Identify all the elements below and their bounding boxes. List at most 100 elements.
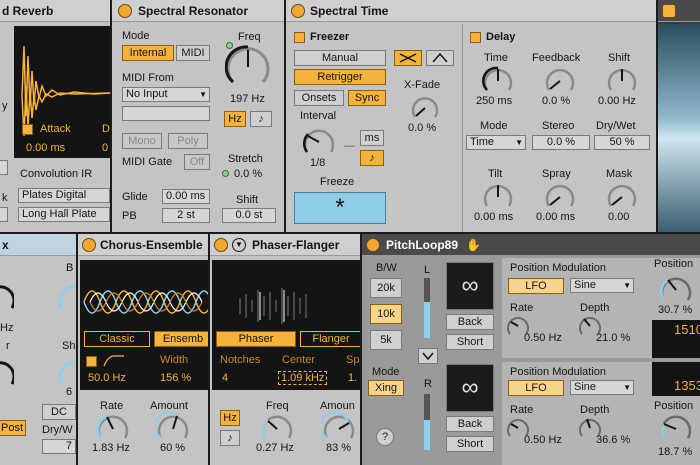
midi-gate-button[interactable]: Off xyxy=(184,154,210,170)
chorus-amount-value[interactable]: 60 % xyxy=(160,442,185,454)
interval-note-button[interactable]: ♪ xyxy=(360,150,384,166)
mode-midi-button[interactable]: MIDI xyxy=(176,45,210,61)
chorus-rate-value[interactable]: 1.83 Hz xyxy=(92,442,130,454)
left-knob-3[interactable] xyxy=(0,354,14,390)
freezer-toggle[interactable] xyxy=(294,32,305,43)
spread-value[interactable]: 1. xyxy=(348,372,357,384)
position-value-1[interactable]: 30.7 % xyxy=(658,304,692,316)
spectral-time-power-icon[interactable] xyxy=(291,4,305,18)
time-value[interactable]: 250 ms xyxy=(476,95,512,107)
arch-shape-button[interactable] xyxy=(426,50,454,66)
attack-value[interactable]: 0.00 ms xyxy=(26,142,65,154)
classic-button[interactable]: Classic xyxy=(84,331,150,347)
attack-toggle[interactable] xyxy=(22,124,33,135)
mask-knob[interactable] xyxy=(606,181,638,211)
mode-xing-button[interactable]: Xing xyxy=(368,380,404,396)
left-knob-1[interactable] xyxy=(0,274,14,314)
onsets-button[interactable]: Onsets xyxy=(294,90,344,106)
feedback-knob[interactable] xyxy=(544,65,576,95)
lfo-button-2[interactable]: LFO xyxy=(508,380,564,396)
tilt-knob[interactable] xyxy=(482,181,514,211)
time-knob[interactable] xyxy=(482,65,514,95)
loop-button-2[interactable]: ∞ xyxy=(446,364,494,412)
left-drywet-value[interactable]: 7 xyxy=(42,439,76,454)
freq-note-button[interactable]: ♪ xyxy=(250,111,272,127)
ir-category-select[interactable]: Plates Digital xyxy=(18,188,110,203)
spray-value[interactable]: 0.00 ms xyxy=(536,211,575,223)
manual-button[interactable]: Manual xyxy=(294,50,386,66)
width-value[interactable]: 156 % xyxy=(160,372,191,384)
interval-knob[interactable] xyxy=(302,125,336,157)
xfade-value[interactable]: 0.0 % xyxy=(408,122,436,134)
phaser-mode-button[interactable]: Phaser xyxy=(216,331,296,347)
freq-hz-button[interactable]: Hz xyxy=(224,111,246,127)
notches-value[interactable]: 4 xyxy=(222,372,228,384)
rate-value-1[interactable]: 0.50 Hz xyxy=(524,332,562,344)
pitchloop-power-icon[interactable] xyxy=(366,238,380,252)
freeze-button[interactable]: * xyxy=(294,192,386,224)
midi-from-select[interactable]: No Input xyxy=(122,87,210,102)
left-box-2[interactable] xyxy=(0,207,8,222)
filter-toggle[interactable] xyxy=(86,356,97,367)
pb-value[interactable]: 2 st xyxy=(162,208,210,223)
decay-value[interactable]: 0 xyxy=(102,142,108,154)
ensemble-button[interactable]: Ensemb xyxy=(154,331,208,347)
freq-value[interactable]: 197 Hz xyxy=(230,93,265,105)
mode-internal-button[interactable]: Internal xyxy=(122,45,174,61)
waveform-select-2[interactable]: Sine xyxy=(570,380,634,395)
spectral-resonator-power-icon[interactable] xyxy=(118,4,132,18)
chorus-rate-knob[interactable] xyxy=(96,412,130,442)
center-value[interactable]: 1.09 kHz xyxy=(278,371,328,385)
phaser-expand-icon[interactable]: ▼ xyxy=(232,238,246,252)
interval-value[interactable]: 1/8 xyxy=(310,157,325,169)
phaser-freq-value[interactable]: 0.27 Hz xyxy=(256,442,294,454)
drywet-value[interactable]: 50 % xyxy=(594,135,650,150)
stretch-value[interactable]: 0.0 % xyxy=(234,168,262,180)
delay-mode-select[interactable]: Time xyxy=(466,135,526,150)
x-shape-button[interactable] xyxy=(394,50,422,66)
lfo-button-1[interactable]: LFO xyxy=(508,278,564,294)
depth-value-1[interactable]: 21.0 % xyxy=(596,332,630,344)
retrigger-button[interactable]: Retrigger xyxy=(294,69,386,85)
phaser-amount-knob[interactable] xyxy=(322,412,356,442)
flanger-mode-button[interactable]: Flanger xyxy=(300,331,360,347)
position-knob-1[interactable] xyxy=(658,272,694,306)
mask-value[interactable]: 0.00 xyxy=(608,211,629,223)
phaser-amount-value[interactable]: 83 % xyxy=(326,442,351,454)
shift-knob[interactable] xyxy=(606,65,638,95)
phaser-hz-button[interactable]: Hz xyxy=(220,410,240,426)
shift-value[interactable]: 0.00 Hz xyxy=(598,95,636,107)
bw-10k-button[interactable]: 10k xyxy=(370,304,402,324)
ir-file-select[interactable]: Long Hall Plate xyxy=(18,207,110,222)
chorus-filter-value[interactable]: 50.0 Hz xyxy=(88,372,126,384)
post-button[interactable]: Post xyxy=(0,420,26,436)
left-box-1[interactable] xyxy=(0,160,8,175)
feedback-value[interactable]: 0.0 % xyxy=(542,95,570,107)
spray-knob[interactable] xyxy=(544,181,576,211)
chorus-power-icon[interactable] xyxy=(82,238,96,252)
sync-button[interactable]: Sync xyxy=(348,90,386,106)
phaser-freq-knob[interactable] xyxy=(260,412,294,442)
bw-20k-button[interactable]: 20k xyxy=(370,278,402,298)
freq-knob[interactable] xyxy=(225,44,271,90)
position-value-2[interactable]: 18.7 % xyxy=(658,446,692,458)
tilt-value[interactable]: 0.00 ms xyxy=(474,211,513,223)
chorus-amount-knob[interactable] xyxy=(156,412,190,442)
waveform-select-1[interactable]: Sine xyxy=(570,278,634,293)
back-button-2[interactable]: Back xyxy=(446,416,494,432)
shift-value[interactable]: 0.0 st xyxy=(222,208,276,223)
short-button-1[interactable]: Short xyxy=(446,334,494,350)
interval-ms-button[interactable]: ms xyxy=(360,130,384,146)
bw-5k-button[interactable]: 5k xyxy=(370,330,402,350)
midi-channel-select[interactable] xyxy=(122,106,210,121)
position-knob-2[interactable] xyxy=(658,412,694,444)
stereo-value[interactable]: 0.0 % xyxy=(532,135,590,150)
depth-value-2[interactable]: 36.6 % xyxy=(596,434,630,446)
back-button-1[interactable]: Back xyxy=(446,314,494,330)
next-device-play-icon[interactable] xyxy=(662,4,676,18)
loop-button-1[interactable]: ∞ xyxy=(446,262,494,310)
phaser-power-icon[interactable] xyxy=(214,238,228,252)
left-knob-4[interactable] xyxy=(58,354,76,390)
glide-value[interactable]: 0.00 ms xyxy=(162,189,210,204)
poly-button[interactable]: Poly xyxy=(168,133,208,149)
